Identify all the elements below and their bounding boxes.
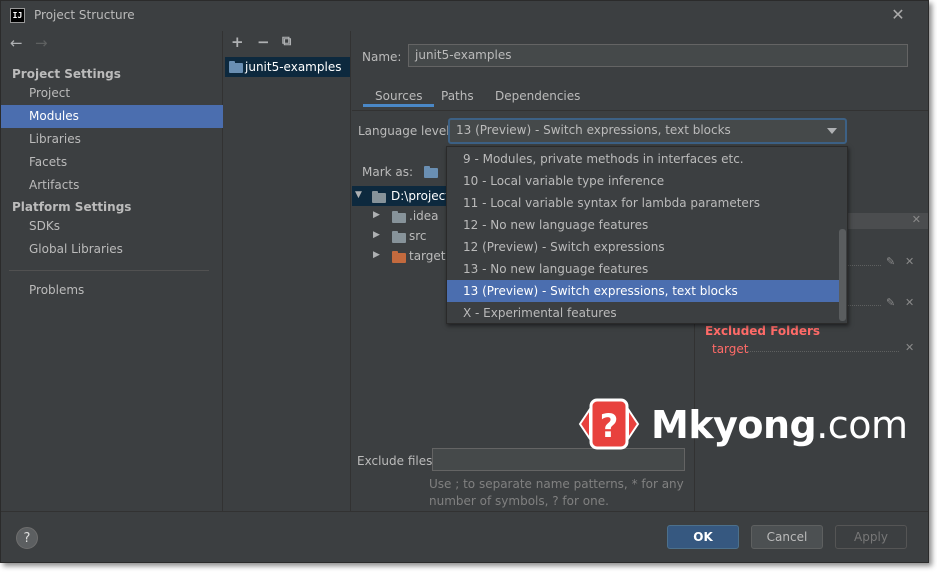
language-level-dropdown: 9 - Modules, private methods in interfac… (446, 146, 848, 324)
tree-item-label: src (409, 229, 427, 243)
folder-icon (392, 231, 406, 243)
mark-as-label: Mark as: (362, 165, 414, 179)
tree-item-label: .idea (409, 209, 439, 223)
edit-icon[interactable]: ✎ (886, 296, 895, 309)
row-divider (747, 351, 899, 352)
project-structure-dialog: IJ Project Structure ✕ ← → Project Setti… (0, 0, 929, 563)
apply-button[interactable]: Apply (835, 525, 907, 549)
copy-icon[interactable]: ⧉ (282, 34, 291, 49)
collapsed-arrow-icon[interactable]: ▶ (373, 230, 380, 240)
exclude-hint-line-2: number of symbols, ? for one. (429, 494, 609, 508)
exclude-files-input[interactable] (432, 448, 685, 471)
sources-folder-icon[interactable] (424, 166, 438, 178)
expanded-arrow-icon[interactable]: ▼ (355, 190, 362, 200)
edit-icon[interactable]: ✎ (886, 255, 895, 268)
folder-icon (392, 211, 406, 223)
nav-divider (9, 270, 209, 271)
chevron-down-icon (827, 128, 837, 134)
close-icon[interactable]: ✕ (905, 255, 914, 268)
tree-root-row[interactable]: ▼ D:\projects (352, 186, 456, 206)
nav-item-problems[interactable]: Problems (1, 279, 223, 302)
nav-item-facets[interactable]: Facets (1, 151, 223, 174)
excluded-folders-title: Excluded Folders (705, 324, 821, 338)
section-project-settings: Project Settings (12, 67, 121, 81)
excluded-folder-icon (392, 251, 406, 263)
nav-item-sdks[interactable]: SDKs (1, 215, 223, 238)
dropdown-option[interactable]: 12 (Preview) - Switch expressions (447, 236, 839, 258)
collapsed-arrow-icon[interactable]: ▶ (373, 250, 380, 260)
tab-sources[interactable]: Sources (363, 85, 435, 107)
name-label: Name: (362, 50, 402, 64)
exclude-files-label: Exclude files: (357, 454, 437, 468)
language-level-label: Language level: (358, 124, 454, 138)
watermark-text: Mkyong.com (651, 403, 908, 447)
modules-pane: + − ⧉ junit5-examples (224, 31, 351, 511)
dropdown-option[interactable]: 11 - Local variable syntax for lambda pa… (447, 192, 839, 214)
ok-button[interactable]: OK (667, 525, 739, 549)
dropdown-option[interactable]: 10 - Local variable type inference (447, 170, 839, 192)
dropdown-option[interactable]: 13 - No new language features (447, 258, 839, 280)
watermark-suffix: .com (816, 403, 908, 447)
window-title: Project Structure (34, 8, 135, 22)
help-icon[interactable]: ? (16, 527, 38, 549)
nav-item-modules[interactable]: Modules (1, 105, 223, 128)
close-icon[interactable]: ✕ (889, 6, 907, 24)
arrow-left-icon[interactable]: ← (10, 34, 23, 52)
nav-item-project[interactable]: Project (1, 82, 223, 105)
cancel-button[interactable]: Cancel (751, 525, 823, 549)
dropdown-option[interactable]: X - Experimental features (447, 302, 839, 324)
dropdown-option-selected[interactable]: 13 (Preview) - Switch expressions, text … (447, 280, 839, 302)
collapsed-arrow-icon[interactable]: ▶ (373, 210, 380, 220)
add-icon[interactable]: + (231, 33, 244, 51)
settings-nav: ← → Project Settings Project Modules Lib… (1, 31, 223, 511)
dropdown-option[interactable]: 12 - No new language features (447, 214, 839, 236)
remove-icon[interactable]: − (257, 33, 270, 51)
language-level-combobox[interactable]: 13 (Preview) - Switch expressions, text … (448, 118, 847, 144)
folder-icon (372, 191, 386, 203)
module-name-field[interactable]: junit5-examples (408, 44, 908, 67)
close-icon[interactable]: ✕ (912, 213, 921, 226)
module-list-item[interactable]: junit5-examples (225, 57, 350, 77)
dropdown-option[interactable]: 9 - Modules, private methods in interfac… (447, 148, 839, 170)
tree-item-label: target (409, 249, 446, 263)
module-folder-icon (229, 61, 243, 73)
title-bar: IJ Project Structure ✕ (1, 1, 928, 31)
intellij-icon: IJ (10, 8, 25, 23)
arrow-right-icon[interactable]: → (35, 34, 48, 52)
tab-divider (352, 110, 928, 111)
excluded-folder-item[interactable]: target (712, 342, 749, 356)
exclude-hint-line-1: Use ; to separate name patterns, * for a… (429, 477, 684, 491)
nav-item-global-libraries[interactable]: Global Libraries (1, 238, 223, 261)
mkyong-logo-icon: ? (578, 397, 640, 451)
dropdown-scrollbar[interactable] (839, 229, 846, 321)
module-name: junit5-examples (245, 60, 342, 74)
language-level-value: 13 (Preview) - Switch expressions, text … (456, 123, 731, 137)
logo-glyph: ? (600, 407, 619, 445)
section-platform-settings: Platform Settings (12, 200, 132, 214)
close-icon[interactable]: ✕ (905, 296, 914, 309)
tab-paths[interactable]: Paths (429, 85, 486, 107)
nav-item-artifacts[interactable]: Artifacts (1, 174, 223, 197)
dialog-footer: ? OK Cancel Apply (1, 511, 928, 562)
watermark-brand: Mkyong (651, 403, 817, 447)
nav-item-libraries[interactable]: Libraries (1, 128, 223, 151)
close-icon[interactable]: ✕ (905, 341, 914, 354)
tab-dependencies[interactable]: Dependencies (483, 85, 592, 107)
